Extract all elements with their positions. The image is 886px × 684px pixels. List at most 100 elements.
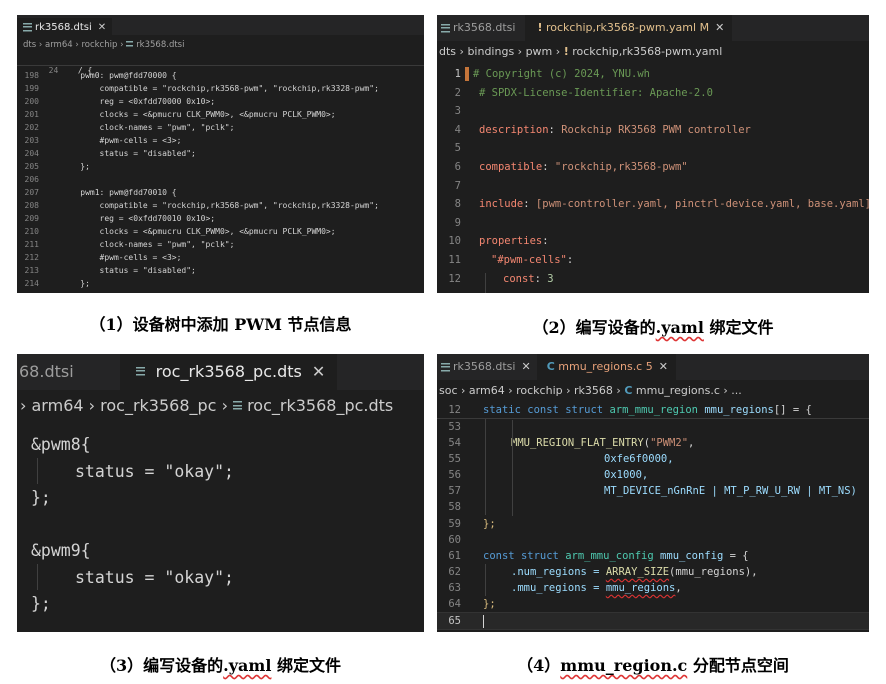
close-icon[interactable]: ✕: [659, 360, 668, 373]
code-text: };: [61, 162, 90, 171]
tab-mmu-regions-c[interactable]: C mmu_regions.c 5 ✕: [536, 354, 676, 380]
close-icon[interactable]: ✕: [98, 22, 106, 33]
line-number: 205: [24, 162, 39, 171]
code-line: 213 status = "disabled";: [17, 264, 424, 277]
indent-guide: [485, 419, 486, 515]
breadcrumb-item[interactable]: dts: [23, 40, 36, 50]
tab-rk3568-dtsi[interactable]: 68.dtsi: [17, 354, 120, 390]
file-lines-icon: [441, 23, 450, 33]
code-line: 204 status = "disabled";: [17, 147, 424, 160]
keyword: const: [527, 404, 559, 416]
code-text: status = "disabled";: [61, 149, 196, 158]
code-line: 61 const struct arm_mmu_config mmu_config…: [437, 548, 869, 564]
yaml-value: Rockchip RK3568 PWM controller: [561, 123, 751, 136]
close-icon[interactable]: ✕: [715, 21, 724, 34]
code-line: 6 compatible: "rockchip,rk3568-pwm": [437, 158, 869, 177]
breadcrumb-item[interactable]: roc_rk3568_pc: [100, 396, 216, 415]
keyword: static: [483, 404, 521, 416]
line-number: 65: [448, 615, 461, 628]
close-icon[interactable]: ✕: [312, 362, 325, 381]
breadcrumb-item[interactable]: mmu_regions.c: [636, 384, 720, 397]
breadcrumb-item[interactable]: arm64: [45, 40, 73, 50]
line-number: 11: [448, 253, 461, 266]
c-language-icon: C: [624, 384, 633, 397]
breadcrumb-item[interactable]: rockchip: [81, 40, 117, 50]
indent-guide: [37, 458, 38, 484]
code-line: 209 reg = <0xfdd70010 0x10>;: [17, 212, 424, 225]
caption-text: 绑定文件: [271, 656, 341, 675]
tab-rk3568-dtsi[interactable]: rk3568.dtsi ✕: [437, 354, 537, 380]
yaml-sep: :: [542, 160, 555, 173]
code-line: 53: [437, 419, 869, 435]
variable: mmu_config: [660, 549, 724, 562]
breadcrumb-item[interactable]: arm64: [469, 384, 505, 397]
yaml-key: "#pwm-cells": [491, 253, 567, 266]
chevron-right-icon: ›: [508, 384, 513, 397]
tab-label: mmu_regions.c: [558, 360, 643, 373]
breadcrumb-item[interactable]: rockchip,rk3568-pwm.yaml: [572, 45, 722, 58]
tab-label: rk3568.dtsi: [453, 360, 516, 373]
line-number: 64: [448, 598, 461, 611]
code-line: 207 pwm1: pwm@fdd70010 {: [17, 186, 424, 199]
tab-label: roc_rk3568_pc.dts: [155, 362, 302, 381]
gutter-modified-marker: [465, 67, 469, 81]
yaml-key: const: [503, 272, 535, 285]
breadcrumb-item[interactable]: arm64: [32, 396, 84, 415]
code-text: #pwm-cells = <3>;: [61, 253, 182, 262]
tab-rk3568-dtsi[interactable]: rk3568.dtsi ✕: [17, 18, 113, 35]
line-number: 214: [24, 279, 39, 288]
chevron-right-icon: ›: [566, 384, 571, 397]
code-area[interactable]: &pwm8{ status = "okay"; }; ​ &pwm9{ stat…: [17, 422, 424, 618]
code-line: 63 .mmu_regions = mmu_regions,: [437, 580, 869, 596]
tab-rk3568-dtsi[interactable]: rk3568.dtsi: [437, 15, 525, 41]
code-line: ​: [31, 512, 424, 539]
breadcrumb-item[interactable]: rk3568: [574, 384, 613, 397]
line-number: 207: [24, 188, 39, 197]
line-number: 202: [24, 123, 39, 132]
line-number: 199: [24, 84, 39, 93]
code-text: #pwm-cells = <3>;: [61, 136, 182, 145]
tab-bar: rk3568.dtsi ✕: [17, 15, 424, 35]
close-icon[interactable]: ✕: [521, 360, 530, 373]
line-number: 209: [24, 214, 39, 223]
breadcrumb-item[interactable]: rockchip: [516, 384, 563, 397]
editor-panel-dtsi: rk3568.dtsi ✕ dts › arm64 › rockchip › rk…: [17, 15, 424, 293]
code-area[interactable]: 198 pwm0: pwm@fdd70000 {199 compatible =…: [17, 66, 424, 290]
chevron-right-icon: ›: [221, 396, 228, 415]
code-line: 205 };: [17, 160, 424, 173]
code-text: clocks = <&pmucru CLK_PWM0>, <&pmucru PC…: [61, 227, 336, 236]
breadcrumb-item[interactable]: pwm: [526, 45, 553, 58]
breadcrumb-item[interactable]: roc_rk3568_pc.dts: [247, 396, 393, 415]
breadcrumb-item[interactable]: soc: [439, 384, 458, 397]
macro-arg: MT_DEVICE_nGnRnE | MT_P_RW_U_RW | MT_NS): [604, 485, 857, 498]
yaml-sep: :: [548, 123, 562, 136]
code-text: };: [61, 279, 90, 288]
tab-pwm-yaml[interactable]: ! rockchip,rk3568-pwm.yaml M ✕: [525, 15, 733, 41]
yaml-sep: :: [523, 198, 536, 211]
breadcrumb-item[interactable]: dts: [439, 45, 456, 58]
breadcrumb-item[interactable]: bindings: [467, 45, 514, 58]
status-property: status = "okay";: [75, 567, 234, 587]
chevron-right-icon: ›: [120, 40, 124, 50]
code-line: 57 MT_DEVICE_nGnRnE | MT_P_RW_U_RW | MT_N…: [437, 483, 869, 499]
editor-panel-dts: 68.dtsi roc_rk3568_pc.dts ✕ › arm64 › roc…: [17, 354, 424, 632]
indent-guide: [512, 420, 513, 516]
breadcrumb-item[interactable]: ...: [731, 384, 742, 397]
caption-1: （1）设备树中添加 PWM 节点信息: [17, 311, 424, 335]
node-close: };: [31, 488, 51, 507]
breadcrumb-item[interactable]: rk3568.dtsi: [136, 40, 184, 50]
chevron-right-icon: ›: [88, 396, 96, 415]
code-area[interactable]: 12 static const struct arm_mmu_region mmu…: [437, 402, 869, 631]
line-number: 200: [24, 97, 39, 106]
line-number: 55: [448, 453, 461, 466]
code-text: = {: [723, 549, 749, 562]
code-line: 214 };: [17, 277, 424, 290]
caption-text: （4）: [517, 656, 561, 675]
tab-roc-dts[interactable]: roc_rk3568_pc.dts ✕: [119, 354, 338, 390]
code-line: 54 MMU_REGION_FLAT_ENTRY("PWM2",: [437, 435, 869, 451]
chevron-right-icon: ›: [38, 40, 43, 50]
string: "PWM2": [650, 437, 689, 450]
code-text: compatible = "rockchip,rk3568-pwm", "roc…: [61, 201, 379, 210]
code-area[interactable]: 1 # Copyright (c) 2024, YNU.wh 2 # SPDX-Li…: [437, 63, 869, 293]
status-property: status = "okay";: [75, 461, 234, 481]
